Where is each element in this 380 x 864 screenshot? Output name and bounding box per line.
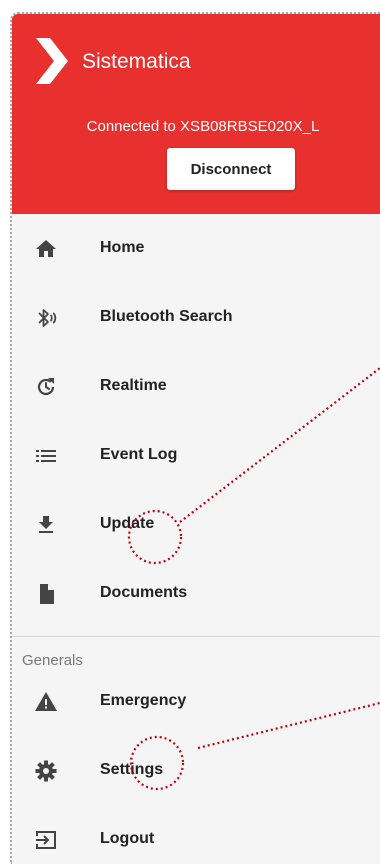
section-title-generals: Generals <box>22 652 83 669</box>
home-icon <box>34 237 58 261</box>
nav-item-label: Update <box>100 515 155 532</box>
history-icon <box>34 375 58 399</box>
nav-item-label: Bluetooth Search <box>100 308 233 325</box>
nav-item-emergency[interactable]: Emergency <box>12 672 380 732</box>
navigation-drawer: Sistematica Connected to XSB08RBSE020X_L… <box>10 12 380 864</box>
warning-icon <box>34 690 58 714</box>
list-icon <box>34 444 58 468</box>
nav-item-label: Event Log <box>100 446 178 463</box>
connection-status: Connected to XSB08RBSE020X_L <box>86 118 320 135</box>
nav-item-label: Home <box>100 239 145 256</box>
divider <box>12 636 380 637</box>
nav-item-settings[interactable]: Settings <box>12 741 380 801</box>
nav-item-realtime[interactable]: Realtime <box>12 357 380 417</box>
gear-icon <box>34 759 58 783</box>
nav-item-label: Logout <box>100 830 155 847</box>
nav-item-update[interactable]: Update <box>12 495 380 555</box>
sistematica-logo-icon <box>36 38 68 84</box>
logout-icon <box>34 828 58 852</box>
nav-item-home[interactable]: Home <box>12 219 380 279</box>
nav-item-documents[interactable]: Documents <box>12 564 380 624</box>
nav-item-label: Documents <box>100 584 188 601</box>
download-icon <box>34 513 58 537</box>
nav-item-label: Settings <box>100 761 164 778</box>
nav-item-event-log[interactable]: Event Log <box>12 426 380 486</box>
bluetooth-searching-icon <box>34 306 58 330</box>
brand-name: Sistematica <box>82 50 191 73</box>
document-icon <box>34 582 58 606</box>
nav-item-bluetooth-search[interactable]: Bluetooth Search <box>12 288 380 348</box>
nav-item-label: Emergency <box>100 692 187 709</box>
disconnect-button[interactable]: Disconnect <box>167 148 295 190</box>
drawer-header: Sistematica Connected to XSB08RBSE020X_L… <box>12 14 380 214</box>
nav-item-label: Realtime <box>100 377 167 394</box>
